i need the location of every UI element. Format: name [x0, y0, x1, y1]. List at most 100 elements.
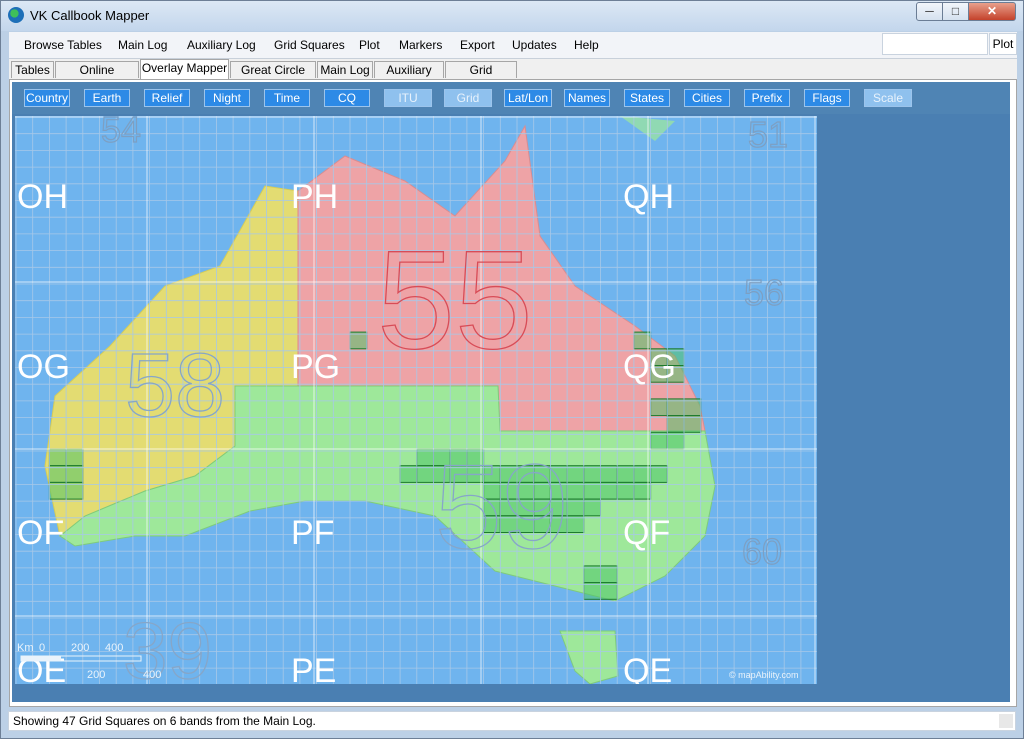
cq-zone-number: 51 [748, 116, 788, 155]
worked-grid-square [583, 565, 601, 584]
field-label: PG [291, 348, 340, 386]
latlon-toggle-button[interactable]: Lat/Lon [504, 89, 552, 107]
worked-grid-square [600, 465, 618, 483]
worked-grid-square [583, 465, 601, 483]
cq-zone-number: 60 [742, 531, 782, 572]
close-button[interactable]: ✕ [968, 2, 1016, 21]
worked-grid-square [650, 431, 668, 450]
tab-tables[interactable]: Tables [11, 61, 54, 78]
itu-zone-number: 55 [377, 221, 533, 378]
tab-overlay-mapper[interactable]: Overlay Mapper [140, 59, 229, 79]
worked-grid-square [566, 465, 585, 483]
worked-grid-square [583, 582, 601, 600]
worked-grid-square [48, 465, 67, 483]
worked-grid-square [48, 481, 67, 500]
relief-toggle-button[interactable]: Relief [144, 89, 190, 107]
field-label: QE [623, 652, 672, 684]
itu-zone-number: 39 [123, 606, 212, 684]
scale-tick-label: 200 [87, 669, 105, 681]
worked-grid-square [600, 582, 618, 600]
worked-grid-square [65, 465, 84, 483]
field-label: PF [291, 514, 334, 552]
plot-button[interactable]: Plot [989, 33, 1017, 55]
scale-tick-label: 400 [105, 642, 123, 654]
globe-app-icon [8, 7, 24, 23]
title-bar[interactable]: VK Callbook Mapper ─ □ ✕ [1, 1, 1023, 31]
scale-tick-label: 400 [143, 669, 161, 681]
menu-browse-tables[interactable]: Browse Tables [24, 38, 102, 52]
menu-auxiliary-log[interactable]: Auxiliary Log [187, 38, 256, 52]
tab-strip: Tables Online Mapping Overlay Mapper Gre… [9, 59, 1017, 94]
status-bar: Showing 47 Grid Squares on 6 bands from … [8, 711, 1016, 731]
map-svg[interactable]: 54 51566055585939 OH PH QHOG PG QGOF PF QFOE PE Q… [15, 116, 817, 684]
map-attribution: © mapAbility.com [729, 670, 798, 680]
worked-grid-square [600, 565, 618, 584]
worked-grid-square [583, 498, 601, 517]
cq-toggle-button[interactable]: CQ [324, 89, 370, 107]
itu-zone-number: 58 [125, 336, 225, 436]
menu-bar: Browse Tables Main Log Auxiliary Log Gri… [9, 32, 1017, 59]
scale-tick-label: 0 [39, 642, 45, 654]
scale-toggle-button[interactable]: Scale [864, 89, 912, 107]
cq-zone-number: 56 [744, 272, 784, 313]
worked-grid-square [416, 448, 434, 467]
worked-grid-square [416, 465, 434, 483]
search-input[interactable] [882, 33, 988, 55]
field-label: PE [291, 652, 336, 684]
itu-toggle-button[interactable]: ITU [384, 89, 432, 107]
window-title: VK Callbook Mapper [30, 8, 150, 23]
menu-export[interactable]: Export [460, 38, 495, 52]
tab-online-mapping[interactable]: Online Mapping [55, 61, 139, 94]
earth-toggle-button[interactable]: Earth [84, 89, 130, 107]
scale-tick-label: 200 [71, 642, 89, 654]
tab-grid-squares[interactable]: Grid Squares [445, 61, 517, 94]
worked-grid-square [566, 498, 585, 517]
resize-grip[interactable] [999, 714, 1013, 728]
field-label: QH [623, 178, 674, 216]
worked-grid-square [666, 398, 685, 417]
status-text: Showing 47 Grid Squares on 6 bands from … [13, 714, 316, 728]
cities-toggle-button[interactable]: Cities [684, 89, 730, 107]
itu-zone-number: 59 [435, 440, 568, 574]
country-toggle-button[interactable]: Country [24, 89, 70, 107]
worked-grid-square [616, 481, 635, 500]
time-toggle-button[interactable]: Time [264, 89, 310, 107]
worked-grid-square [616, 465, 635, 483]
maximize-button[interactable]: □ [942, 2, 969, 21]
field-label: QG [623, 348, 676, 386]
worked-grid-square [666, 415, 685, 433]
names-toggle-button[interactable]: Names [564, 89, 610, 107]
field-label: PH [291, 178, 338, 216]
tab-great-circle-map[interactable]: Great Circle Map [230, 61, 316, 94]
worked-grid-square [48, 448, 67, 467]
worked-grid-square [650, 398, 668, 417]
menu-plot[interactable]: Plot [359, 38, 380, 52]
states-toggle-button[interactable]: States [624, 89, 670, 107]
cq-zone-number: 54 [101, 116, 141, 150]
tab-main-log[interactable]: Main Log [317, 61, 373, 78]
worked-grid-square [583, 481, 601, 500]
field-label: OF [17, 514, 64, 552]
grid-toggle-button[interactable]: Grid [444, 89, 492, 107]
field-label: OG [17, 348, 70, 386]
scale-bar-segment [21, 656, 61, 661]
grid-square-map[interactable]: 54 51 56 60 55 58 59 39 OH PH QH OG PG QG OF PF QF OE PE Q… [15, 116, 817, 684]
worked-grid-square [399, 465, 418, 483]
minimize-button[interactable]: ─ [916, 2, 943, 21]
menu-main-log[interactable]: Main Log [118, 38, 167, 52]
worked-grid-square [666, 431, 685, 450]
worked-grid-square [566, 481, 585, 500]
menu-markers[interactable]: Markers [399, 38, 442, 52]
worked-grid-square [65, 481, 84, 500]
prefix-toggle-button[interactable]: Prefix [744, 89, 790, 107]
menu-grid-squares[interactable]: Grid Squares [274, 38, 345, 52]
menu-updates[interactable]: Updates [512, 38, 557, 52]
night-toggle-button[interactable]: Night [204, 89, 250, 107]
worked-grid-square [349, 331, 368, 350]
worked-grid-square [566, 515, 585, 533]
tab-auxiliary-log[interactable]: Auxiliary Log [374, 61, 444, 94]
flags-toggle-button[interactable]: Flags [804, 89, 850, 107]
scale-unit-label: Km [17, 642, 34, 654]
worked-grid-square [600, 481, 618, 500]
menu-help[interactable]: Help [574, 38, 599, 52]
